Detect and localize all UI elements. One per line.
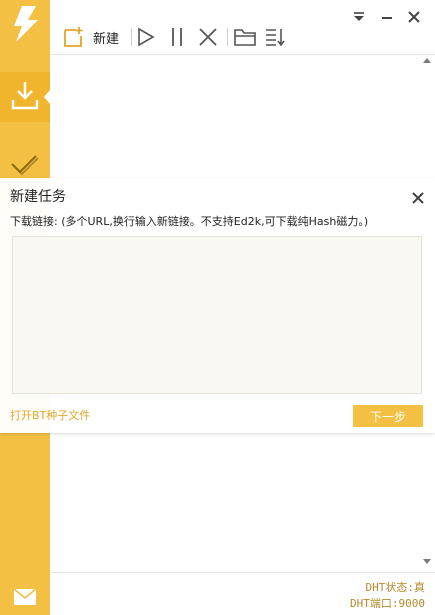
- dht-status: DHT状态:真: [365, 581, 426, 594]
- lightning-logo-icon: [6, 4, 44, 44]
- completed-check-icon: [11, 155, 39, 176]
- new-task-dialog: 新建任务 下载链接: (多个URL,换行输入新链接。不支持Ed2k,可下载纯Ha…: [0, 178, 435, 433]
- play-icon: [138, 27, 155, 47]
- minimize-icon[interactable]: [378, 8, 396, 26]
- download-link-input[interactable]: [12, 236, 422, 394]
- delete-button[interactable]: [198, 24, 218, 50]
- scroll-down-arrow-icon[interactable]: [423, 559, 431, 564]
- dht-port: DHT端口:9000: [350, 597, 425, 610]
- next-step-button[interactable]: 下一步: [353, 405, 423, 427]
- toolbar-divider: [131, 28, 132, 46]
- start-button[interactable]: [137, 24, 155, 50]
- toolbar-divider: [227, 28, 228, 46]
- dialog-close-icon[interactable]: [411, 190, 425, 204]
- sort-button[interactable]: [264, 24, 286, 50]
- dropdown-menu-icon[interactable]: [350, 8, 368, 26]
- pause-button[interactable]: [169, 24, 185, 50]
- download-link-hint: 下载链接: (多个URL,换行输入新链接。不支持Ed2k,可下载纯Hash磁力。…: [10, 215, 369, 228]
- open-folder-icon: [234, 29, 256, 46]
- new-task-label: 新建: [93, 31, 120, 47]
- open-bt-torrent-link[interactable]: 打开BT种子文件: [10, 407, 90, 423]
- scroll-up-arrow-icon[interactable]: [423, 58, 431, 63]
- pause-icon: [172, 28, 182, 46]
- delete-icon: [199, 28, 217, 46]
- open-folder-button[interactable]: [233, 24, 257, 50]
- close-icon[interactable]: [405, 8, 423, 26]
- dialog-title: 新建任务: [10, 189, 66, 205]
- download-icon: [11, 82, 39, 110]
- new-task-button[interactable]: 新建: [63, 24, 119, 50]
- nav-downloading[interactable]: [0, 72, 50, 122]
- mail-icon[interactable]: [13, 588, 37, 610]
- sort-icon: [266, 29, 285, 47]
- status-bar: DHT状态:真 DHT端口:9000: [50, 572, 435, 615]
- new-task-icon: [64, 27, 83, 47]
